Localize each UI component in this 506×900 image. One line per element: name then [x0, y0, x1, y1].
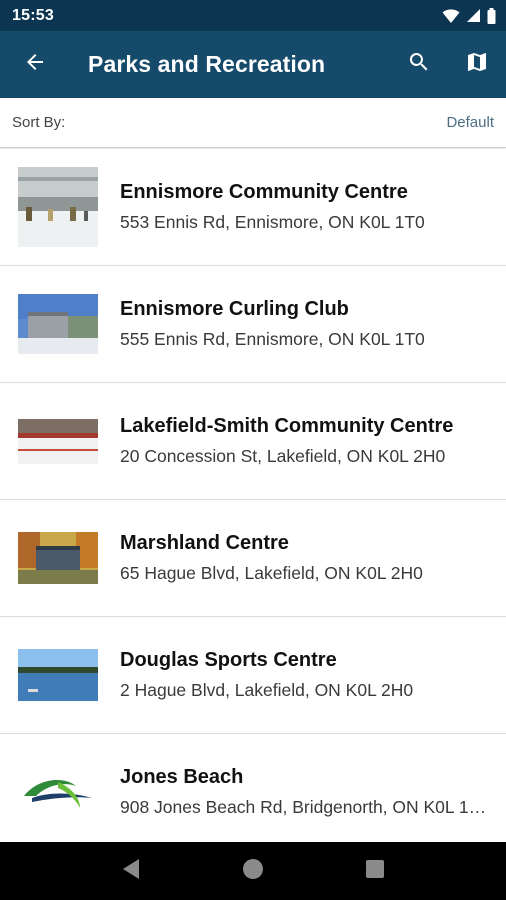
facility-address: 555 Ennis Rd, Ennismore, ON K0L 1T0 — [120, 329, 425, 349]
facility-address: 2 Hague Blvd, Lakefield, ON K0L 2H0 — [120, 680, 414, 700]
list-item[interactable]: Lakefield-Smith Community Centre 20 Conc… — [0, 383, 506, 500]
nav-back-button[interactable] — [101, 842, 161, 900]
status-icons — [442, 7, 496, 24]
facility-name: Ennismore Curling Club — [120, 298, 349, 320]
nav-home-button[interactable] — [223, 842, 283, 900]
facility-name: Marshland Centre — [120, 532, 289, 554]
list-item[interactable]: Ennismore Community Centre 553 Ennis Rd,… — [0, 149, 506, 266]
system-nav-bar — [0, 842, 506, 900]
facility-name: Lakefield-Smith Community Centre — [120, 415, 454, 437]
list-item-text: Ennismore Community Centre 553 Ennis Rd,… — [120, 179, 506, 235]
back-button[interactable] — [0, 31, 70, 98]
facility-address: 553 Ennis Rd, Ennismore, ON K0L 1T0 — [120, 212, 425, 232]
sort-dropdown[interactable]: Default — [446, 114, 494, 131]
signal-icon — [466, 8, 481, 23]
list-item-text: Douglas Sports Centre 2 Hague Blvd, Lake… — [120, 647, 506, 703]
facility-address: 908 Jones Beach Rd, Bridgenorth, ON K0L … — [120, 797, 490, 817]
battery-icon — [487, 7, 496, 24]
list-item[interactable]: Ennismore Curling Club 555 Ennis Rd, Enn… — [0, 266, 506, 383]
nav-recents-button[interactable] — [345, 842, 405, 900]
list-item-text: Lakefield-Smith Community Centre 20 Conc… — [120, 413, 506, 469]
nav-home-icon — [241, 857, 265, 886]
search-button[interactable] — [390, 31, 448, 98]
arrow-back-icon — [23, 50, 47, 79]
list-item-text: Marshland Centre 65 Hague Blvd, Lakefiel… — [120, 530, 506, 586]
map-icon — [465, 50, 489, 79]
logo-swoosh — [18, 772, 98, 812]
list-item[interactable]: Marshland Centre 65 Hague Blvd, Lakefiel… — [0, 500, 506, 617]
app-bar: Parks and Recreation — [0, 31, 506, 98]
list-item-text: Ennismore Curling Club 555 Ennis Rd, Enn… — [120, 296, 506, 352]
facility-name: Douglas Sports Centre — [120, 649, 337, 671]
map-button[interactable] — [448, 31, 506, 98]
arena-photo — [18, 167, 98, 247]
facility-address: 20 Concession St, Lakefield, ON K0L 2H0 — [120, 446, 446, 466]
sort-label: Sort By: — [12, 114, 66, 131]
status-time: 15:53 — [12, 6, 54, 24]
list-item[interactable]: Douglas Sports Centre 2 Hague Blvd, Lake… — [0, 617, 506, 734]
facility-address: 65 Hague Blvd, Lakefield, ON K0L 2H0 — [120, 563, 423, 583]
page-title: Parks and Recreation — [88, 51, 326, 77]
nav-back-icon — [121, 858, 141, 885]
search-icon — [407, 50, 431, 79]
status-bar: 15:53 — [0, 0, 506, 31]
facility-name: Ennismore Community Centre — [120, 181, 408, 203]
building-photo — [18, 294, 98, 354]
facility-list: Ennismore Community Centre 553 Ennis Rd,… — [0, 149, 506, 851]
wifi-icon — [442, 8, 460, 24]
autumn-building-photo — [18, 532, 98, 584]
list-item-text: Jones Beach 908 Jones Beach Rd, Bridgeno… — [120, 764, 506, 820]
nav-recents-icon — [365, 859, 385, 884]
sort-bar: Sort By: Default — [0, 98, 506, 148]
rink-photo — [18, 418, 98, 464]
lake-photo — [18, 649, 98, 701]
list-item[interactable]: Jones Beach 908 Jones Beach Rd, Bridgeno… — [0, 734, 506, 851]
facility-name: Jones Beach — [120, 766, 244, 788]
